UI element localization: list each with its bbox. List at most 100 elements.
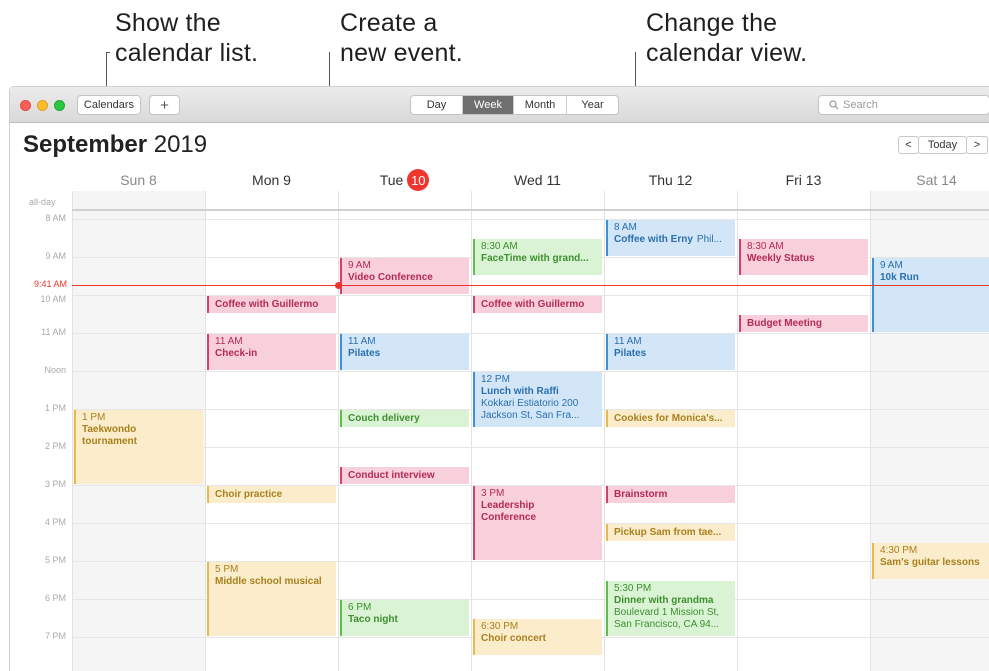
event-1[interactable]: Coffee with Guillermo xyxy=(207,296,336,313)
callout-line-1: Create a xyxy=(340,9,438,37)
event-title: Conduct interview xyxy=(348,470,435,481)
callout-line-2: new event. xyxy=(340,39,463,67)
event-time: 5:30 PM xyxy=(614,583,652,594)
event-time: 6 PM xyxy=(348,602,372,613)
event-0[interactable]: 1 PM Taekwondo tournament xyxy=(74,410,203,484)
event-5[interactable]: 9 AM Video Conference xyxy=(340,258,469,294)
event-title: Choir practice xyxy=(215,489,283,500)
event-title: Pilates xyxy=(348,348,381,359)
titlebar: Calendars + Day Week Month Year Search xyxy=(10,87,989,123)
event-21[interactable]: 8:30 AM Weekly Status xyxy=(739,239,868,275)
event-title: Taco night xyxy=(348,614,398,625)
event-time: 1 PM xyxy=(82,412,106,423)
event-22[interactable]: Budget Meeting xyxy=(739,315,868,332)
event-time: 9 AM xyxy=(348,260,371,271)
day-header-label: Sun 8 xyxy=(120,172,157,188)
view-year-tab[interactable]: Year xyxy=(567,96,618,114)
callout-leader-list-tick xyxy=(106,52,110,53)
close-window-button[interactable] xyxy=(20,100,31,111)
calendars-button[interactable]: Calendars xyxy=(77,95,141,115)
event-6[interactable]: 11 AM Pilates xyxy=(340,334,469,370)
event-10[interactable]: 8:30 AM FaceTime with grand... xyxy=(473,239,602,275)
event-title: Video Conference xyxy=(348,272,433,283)
day-header-6[interactable]: Sat 14 xyxy=(870,169,989,191)
event-detail: tournament xyxy=(82,436,137,447)
all-day-separator xyxy=(72,209,989,211)
day-header-5[interactable]: Fri 13 xyxy=(737,169,870,191)
event-14[interactable]: 6:30 PM Choir concert xyxy=(473,619,602,655)
callout-create-event: Create a new event. xyxy=(340,8,463,68)
callout-line-1: Change the xyxy=(646,9,778,37)
callout-change-view: Change the calendar view. xyxy=(646,8,807,68)
event-time: 11 AM xyxy=(614,336,642,347)
day-header-3[interactable]: Wed 11 xyxy=(471,169,604,191)
hour-label: 11 AM xyxy=(41,327,66,337)
event-19[interactable]: Pickup Sam from tae... xyxy=(606,524,735,541)
callout-line-2: calendar list. xyxy=(115,39,259,67)
event-16[interactable]: 11 AM Pilates xyxy=(606,334,735,370)
today-date-badge: 10 xyxy=(407,169,430,191)
event-time: 11 AM xyxy=(348,336,376,347)
zoom-window-button[interactable] xyxy=(54,100,65,111)
event-detail: Boulevard 1 Mission St, xyxy=(614,607,720,618)
hour-label: 10 AM xyxy=(40,294,66,304)
add-event-button[interactable]: + xyxy=(149,95,180,115)
hour-line xyxy=(72,219,989,220)
event-12[interactable]: 12 PM Lunch with Raffi Kokkari Estiatorio … xyxy=(473,372,602,427)
month-name: September xyxy=(23,131,148,158)
hour-label: 7 PM xyxy=(44,631,66,641)
view-week-tab[interactable]: Week xyxy=(463,96,514,114)
event-detail: Jackson St, San Fra... xyxy=(481,410,580,421)
day-header-2[interactable]: Tue 10 xyxy=(338,169,471,191)
event-7[interactable]: Couch delivery xyxy=(340,410,469,427)
event-title: Lunch with Raffi xyxy=(481,386,559,397)
hour-label: 5 PM xyxy=(44,555,66,565)
day-header-1[interactable]: Mon 9 xyxy=(205,169,338,191)
event-time: 9 AM xyxy=(880,260,903,271)
today-button[interactable]: Today xyxy=(918,136,967,154)
day-header-label: Thu 12 xyxy=(648,172,693,188)
event-time: 12 PM xyxy=(481,374,510,385)
event-23[interactable]: 9 AM 10k Run xyxy=(872,258,989,332)
event-4[interactable]: 5 PM Middle school musical xyxy=(207,562,336,636)
hour-line xyxy=(72,447,989,448)
day-header-label: Sat 14 xyxy=(916,172,957,188)
event-title: Brainstorm xyxy=(614,489,668,500)
current-time-dot xyxy=(335,282,342,289)
event-8[interactable]: Conduct interview xyxy=(340,467,469,484)
hour-label: 8 AM xyxy=(45,213,66,223)
search-field[interactable]: Search xyxy=(818,95,989,115)
event-detail: Kokkari Estiatorio 200 xyxy=(481,398,579,409)
day-header-label: Wed 11 xyxy=(514,172,561,188)
event-11[interactable]: Coffee with Guillermo xyxy=(473,296,602,313)
event-title: Couch delivery xyxy=(348,413,420,424)
event-3[interactable]: Choir practice xyxy=(207,486,336,503)
event-15[interactable]: 8 AM Coffee with Erny Phil... xyxy=(606,220,735,256)
event-13[interactable]: 3 PM Leadership Conference xyxy=(473,486,602,560)
event-title: Choir concert xyxy=(481,633,547,644)
callout-calendar-list: Show the calendar list. xyxy=(115,8,258,68)
minimize-window-button[interactable] xyxy=(37,100,48,111)
next-week-button[interactable]: > xyxy=(966,136,988,154)
event-time: 11 AM xyxy=(215,336,243,347)
day-header-0[interactable]: Sun 8 xyxy=(72,169,205,191)
event-title: Check-in xyxy=(215,348,258,359)
event-18[interactable]: Brainstorm xyxy=(606,486,735,503)
week-grid[interactable]: 1 PM Taekwondo tournament Coffee with Guill… xyxy=(72,191,989,671)
event-2[interactable]: 11 AM Check-in xyxy=(207,334,336,370)
event-title: Weekly Status xyxy=(747,253,815,264)
day-header-label: Mon 9 xyxy=(252,172,291,188)
day-header-4[interactable]: Thu 12 xyxy=(604,169,737,191)
event-9[interactable]: 6 PM Taco night xyxy=(340,600,469,636)
event-time: 8:30 AM xyxy=(747,241,784,252)
event-20[interactable]: 5:30 PM Dinner with grandma Boulevard 1 Mi… xyxy=(606,581,735,636)
event-time: 8:30 AM xyxy=(481,241,518,252)
view-day-tab[interactable]: Day xyxy=(411,96,463,114)
prev-week-button[interactable]: < xyxy=(898,136,919,154)
event-detail: Conference xyxy=(481,512,537,523)
event-24[interactable]: 4:30 PM Sam's guitar lessons xyxy=(872,543,989,579)
event-17[interactable]: Cookies for Monica's... xyxy=(606,410,735,427)
search-icon xyxy=(829,100,839,110)
view-month-tab[interactable]: Month xyxy=(514,96,567,114)
search-placeholder: Search xyxy=(843,99,878,111)
